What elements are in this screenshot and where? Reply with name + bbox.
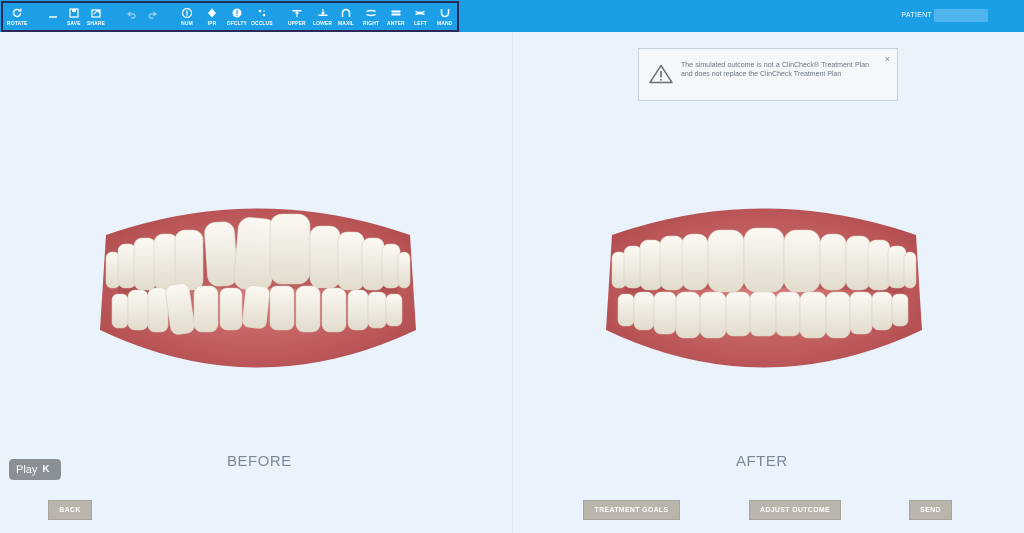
redo-icon (148, 11, 157, 19)
ipr-label: IPR (207, 21, 217, 27)
panel-divider (512, 32, 513, 533)
num-label: NUM (181, 21, 193, 27)
disclaimer-text: The simulated outcome is not a ClinCheck… (681, 62, 869, 78)
occlusion-icon (258, 9, 266, 17)
num-button[interactable]: NUM (181, 7, 193, 29)
warning-icon (649, 64, 673, 84)
right-view-icon (366, 9, 376, 17)
mandibular-label: MAND (437, 21, 453, 27)
lower-icon (318, 9, 328, 16)
maxillary-button[interactable]: MAXIL (338, 7, 354, 29)
mandibular-button[interactable]: MAND (437, 7, 452, 29)
share-button[interactable]: SHARE (87, 7, 105, 29)
disclaimer-notice: The simulated outcome is not a ClinCheck… (638, 48, 898, 101)
difficulty-icon (232, 8, 242, 18)
share-icon (91, 9, 101, 18)
rotate-button[interactable]: ROTATE (7, 7, 27, 29)
upper-icon (292, 10, 302, 17)
save-label: SAVE (67, 21, 81, 27)
save-icon (69, 8, 79, 18)
rotate-label: ROTATE (7, 21, 28, 27)
lower-button[interactable]: LOWER (313, 7, 332, 29)
close-icon[interactable]: × (885, 54, 890, 64)
play-button[interactable]: Play K (9, 459, 61, 480)
anterior-view-label: ANTER (387, 21, 405, 27)
back-button[interactable]: BACK (48, 500, 92, 520)
send-button[interactable]: SEND (909, 500, 952, 520)
before-teeth-model[interactable] (98, 190, 418, 380)
undo-button[interactable] (125, 9, 137, 31)
lower-label: LOWER (313, 21, 333, 27)
anterior-view-icon (391, 10, 401, 16)
upper-label: UPPER (288, 21, 306, 27)
patient-label: PATIENT (901, 12, 932, 19)
treatment-goals-button[interactable]: TREATMENT GOALS (583, 500, 680, 520)
share-label: SHARE (87, 21, 106, 27)
undo-icon (127, 11, 136, 19)
maxillary-icon (341, 8, 351, 17)
after-caption: AFTER (736, 453, 788, 470)
after-teeth-model[interactable] (604, 190, 924, 380)
number-icon (181, 7, 193, 19)
anterior-view-button[interactable]: ANTER (387, 7, 405, 29)
left-view-label: LEFT (414, 21, 427, 27)
left-view-icon (415, 10, 426, 16)
maxillary-label: MAXIL (338, 21, 355, 27)
collapse-button[interactable] (47, 11, 59, 33)
difficulty-button[interactable]: DFCLTY (227, 7, 247, 29)
difficulty-label: DFCLTY (227, 21, 247, 27)
occlusion-label: OCCLUS (251, 21, 273, 27)
rotate-icon (13, 8, 22, 18)
save-button[interactable]: SAVE (67, 7, 81, 29)
top-bar: ROTATE SAVE SHARE NUM IPR DFCLTY OCCLUS … (0, 0, 1024, 32)
before-caption: BEFORE (227, 453, 292, 470)
ipr-icon (208, 8, 216, 18)
upper-button[interactable]: UPPER (288, 7, 306, 29)
play-label: Play (16, 463, 38, 476)
play-shortcut-key: K (42, 464, 50, 475)
toolbar: ROTATE SAVE SHARE NUM IPR DFCLTY OCCLUS … (1, 1, 459, 32)
patient-name-field (934, 9, 988, 22)
mandibular-icon (440, 9, 449, 18)
left-view-button[interactable]: LEFT (414, 7, 427, 29)
ipr-button[interactable]: IPR (206, 7, 218, 29)
minus-icon (49, 16, 57, 18)
right-view-button[interactable]: RIGHT (363, 7, 379, 29)
adjust-outcome-button[interactable]: ADJUST OUTCOME (749, 500, 841, 520)
redo-button[interactable] (147, 9, 159, 31)
occlusion-button[interactable]: OCCLUS (251, 7, 273, 29)
right-view-label: RIGHT (363, 21, 380, 27)
